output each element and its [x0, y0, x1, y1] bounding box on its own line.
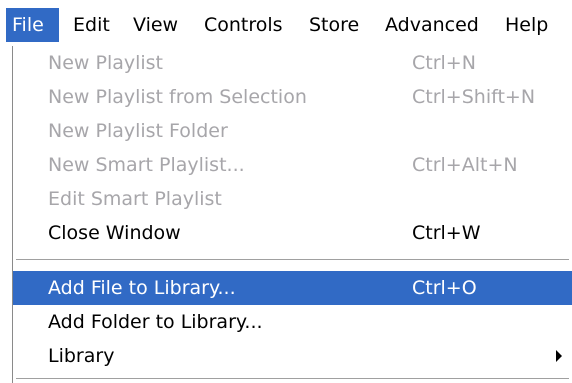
menu-file[interactable]: File [6, 8, 59, 42]
menu-controls[interactable]: Controls [204, 8, 283, 42]
menu-item-edit-smart-playlist[interactable]: Edit Smart Playlist [13, 182, 572, 216]
menu-item-new-playlist-from-selection[interactable]: New Playlist from Selection Ctrl+Shift+N [13, 80, 572, 114]
menu-item-label: New Playlist from Selection [48, 86, 307, 108]
menu-item-label: New Smart Playlist... [48, 154, 245, 176]
menu-item-shortcut: Ctrl+O [412, 277, 477, 299]
menu-view[interactable]: View [133, 8, 178, 42]
menu-item-shortcut: Ctrl+W [412, 222, 481, 244]
menu-item-label: Add Folder to Library... [48, 311, 263, 333]
menu-item-library[interactable]: Library [13, 339, 572, 373]
menu-item-new-playlist-folder[interactable]: New Playlist Folder [13, 114, 572, 148]
menu-bar: File Edit View Controls Store Advanced H… [0, 0, 572, 48]
menu-separator [16, 259, 569, 261]
menu-advanced[interactable]: Advanced [385, 8, 479, 42]
menu-item-shortcut: Ctrl+Shift+N [412, 86, 536, 108]
file-menu-dropdown: New Playlist Ctrl+N New Playlist from Se… [12, 46, 572, 383]
menu-item-shortcut: Ctrl+N [412, 52, 476, 74]
menu-item-label: New Playlist [48, 52, 164, 74]
menu-item-label: Library [48, 345, 115, 367]
menu-edit[interactable]: Edit [73, 8, 110, 42]
menu-item-label: New Playlist Folder [48, 120, 228, 142]
menu-separator [16, 378, 569, 380]
menu-item-shortcut: Ctrl+Alt+N [412, 154, 518, 176]
menu-item-new-playlist[interactable]: New Playlist Ctrl+N [13, 46, 572, 80]
menu-item-add-file-to-library[interactable]: Add File to Library... Ctrl+O [13, 271, 572, 305]
menu-item-label: Add File to Library... [48, 277, 236, 299]
menu-item-add-folder-to-library[interactable]: Add Folder to Library... [13, 305, 572, 339]
menu-store[interactable]: Store [309, 8, 359, 42]
menu-item-label: Edit Smart Playlist [48, 188, 222, 210]
menu-item-close-window[interactable]: Close Window Ctrl+W [13, 216, 572, 250]
menu-help[interactable]: Help [505, 8, 548, 42]
menu-item-new-smart-playlist[interactable]: New Smart Playlist... Ctrl+Alt+N [13, 148, 572, 182]
chevron-right-icon [556, 350, 562, 362]
itunes-window: File Edit View Controls Store Advanced H… [0, 0, 572, 383]
menu-item-label: Close Window [48, 222, 181, 244]
